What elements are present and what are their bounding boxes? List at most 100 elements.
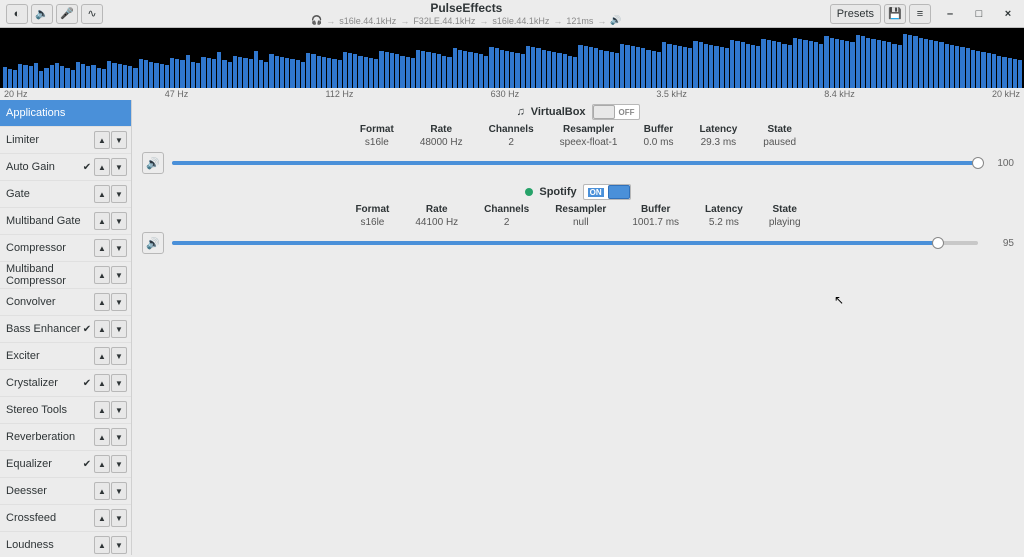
move-up-button[interactable]: ▲	[94, 185, 110, 203]
move-up-button[interactable]: ▲	[94, 401, 110, 419]
sidebar-item-multiband-compressor[interactable]: Multiband Compressor▲▼	[0, 262, 131, 289]
move-down-button[interactable]: ▼	[111, 158, 127, 176]
sidebar-item-loudness[interactable]: Loudness▲▼	[0, 532, 131, 555]
spectrum-bar	[133, 68, 137, 88]
close-button[interactable]: ×	[998, 4, 1018, 24]
minimize-button[interactable]: –	[940, 4, 960, 24]
info-col-resampler: Resamplernull	[555, 204, 606, 228]
move-up-button[interactable]: ▲	[94, 347, 110, 365]
effect-label: Compressor	[4, 242, 81, 254]
spectrum-bar	[97, 68, 101, 88]
spectrum-bar	[741, 42, 745, 88]
move-down-button[interactable]: ▼	[111, 374, 127, 392]
move-up-button[interactable]: ▲	[94, 320, 110, 338]
sidebar-item-exciter[interactable]: Exciter▲▼	[0, 343, 131, 370]
spectrum-bar	[186, 55, 190, 88]
sidebar-item-auto-gain[interactable]: Auto Gain✔▲▼	[0, 154, 131, 181]
move-up-button[interactable]: ▲	[94, 482, 110, 500]
spectrum-bar	[966, 48, 970, 88]
input-icon-button[interactable]: 🎤	[56, 4, 78, 24]
spectrum-bar	[50, 65, 54, 88]
spectrum-bar	[44, 68, 48, 88]
move-down-button[interactable]: ▼	[111, 482, 127, 500]
output-icon-button[interactable]: 🔈	[31, 4, 53, 24]
effect-enabled-check: ✔	[81, 459, 93, 470]
app-info-row: Formats16leRate44100 HzChannels2Resample…	[142, 204, 1014, 228]
info-header: Buffer	[632, 204, 679, 215]
move-down-button[interactable]: ▼	[111, 401, 127, 419]
move-down-button[interactable]: ▼	[111, 347, 127, 365]
sidebar-item-convolver[interactable]: Convolver▲▼	[0, 289, 131, 316]
move-up-button[interactable]: ▲	[94, 158, 110, 176]
sidebar-item-bass-enhancer[interactable]: Bass Enhancer✔▲▼	[0, 316, 131, 343]
spectrum-bar	[18, 64, 22, 88]
spectrum-bar	[934, 41, 938, 88]
spectrum-bar	[332, 59, 336, 88]
sidebar-item-reverberation[interactable]: Reverberation▲▼	[0, 424, 131, 451]
move-up-button[interactable]: ▲	[94, 239, 110, 257]
spectrum-bar	[850, 42, 854, 88]
spectrum-bar	[652, 51, 656, 88]
info-value: speex-float-1	[560, 137, 618, 148]
sidebar-item-equalizer[interactable]: Equalizer✔▲▼	[0, 451, 131, 478]
move-up-button[interactable]: ▲	[94, 536, 110, 554]
spectrum-bar	[191, 62, 195, 88]
spectrum-bar	[751, 45, 755, 88]
save-icon-button[interactable]: 💾	[884, 4, 906, 24]
sidebar-item-stereo-tools[interactable]: Stereo Tools▲▼	[0, 397, 131, 424]
app-icon-button[interactable]: ◐	[6, 4, 28, 24]
mute-button[interactable]: 🔊	[142, 232, 164, 254]
spectrum-bar	[379, 51, 383, 88]
sidebar-item-crossfeed[interactable]: Crossfeed▲▼	[0, 505, 131, 532]
mute-button[interactable]: 🔊	[142, 152, 164, 174]
move-down-button[interactable]: ▼	[111, 320, 127, 338]
move-down-button[interactable]: ▼	[111, 131, 127, 149]
info-col-rate: Rate44100 Hz	[415, 204, 458, 228]
spectrum-bar	[458, 50, 462, 88]
move-down-button[interactable]: ▼	[111, 239, 127, 257]
spectrum-bar	[264, 62, 268, 88]
info-value: 1001.7 ms	[632, 217, 679, 228]
move-down-button[interactable]: ▼	[111, 185, 127, 203]
move-up-button[interactable]: ▲	[94, 212, 110, 230]
info-col-state: Stateplaying	[769, 204, 801, 228]
spectrum-bar	[1018, 60, 1022, 88]
info-header: State	[769, 204, 801, 215]
move-down-button[interactable]: ▼	[111, 212, 127, 230]
sidebar-item-compressor[interactable]: Compressor ▲▼	[0, 235, 131, 262]
info-col-rate: Rate48000 Hz	[420, 124, 463, 148]
move-down-button[interactable]: ▼	[111, 266, 127, 284]
move-down-button[interactable]: ▼	[111, 455, 127, 473]
applications-panel: ♫VirtualBoxOFFFormats16leRate48000 HzCha…	[132, 100, 1024, 555]
move-up-button[interactable]: ▲	[94, 455, 110, 473]
move-up-button[interactable]: ▲	[94, 131, 110, 149]
sidebar-item-deesser[interactable]: Deesser▲▼	[0, 478, 131, 505]
move-down-button[interactable]: ▼	[111, 428, 127, 446]
spectrum-bar	[531, 47, 535, 88]
window-subtitle: 🎧 → s16le.44.1kHz → F32LE.44.1kHz → s16l…	[103, 15, 830, 26]
frequency-label: 112 Hz	[326, 89, 354, 99]
menu-icon-button[interactable]: ≡	[909, 4, 931, 24]
sidebar-item-limiter[interactable]: Limiter▲▼	[0, 127, 131, 154]
sidebar-item-crystalizer[interactable]: Crystalizer✔▲▼	[0, 370, 131, 397]
maximize-button[interactable]: □	[969, 4, 989, 24]
move-up-button[interactable]: ▲	[94, 509, 110, 527]
move-down-button[interactable]: ▼	[111, 536, 127, 554]
spectrum-bar	[840, 40, 844, 88]
presets-button[interactable]: Presets	[830, 4, 881, 24]
move-up-button[interactable]: ▲	[94, 293, 110, 311]
spectrum-bar	[521, 54, 525, 88]
app-enable-toggle[interactable]: OFF	[592, 104, 640, 120]
move-up-button[interactable]: ▲	[94, 374, 110, 392]
wave-icon-button[interactable]: ∿	[81, 4, 103, 24]
move-down-button[interactable]: ▼	[111, 293, 127, 311]
move-up-button[interactable]: ▲	[94, 428, 110, 446]
move-up-button[interactable]: ▲	[94, 266, 110, 284]
sidebar-item-multiband-gate[interactable]: Multiband Gate▲▼	[0, 208, 131, 235]
volume-slider[interactable]	[172, 156, 978, 170]
sidebar-item-applications[interactable]: Applications	[0, 100, 131, 127]
app-enable-toggle[interactable]: ON	[583, 184, 631, 200]
volume-slider[interactable]	[172, 236, 978, 250]
move-down-button[interactable]: ▼	[111, 509, 127, 527]
sidebar-item-gate[interactable]: Gate▲▼	[0, 181, 131, 208]
